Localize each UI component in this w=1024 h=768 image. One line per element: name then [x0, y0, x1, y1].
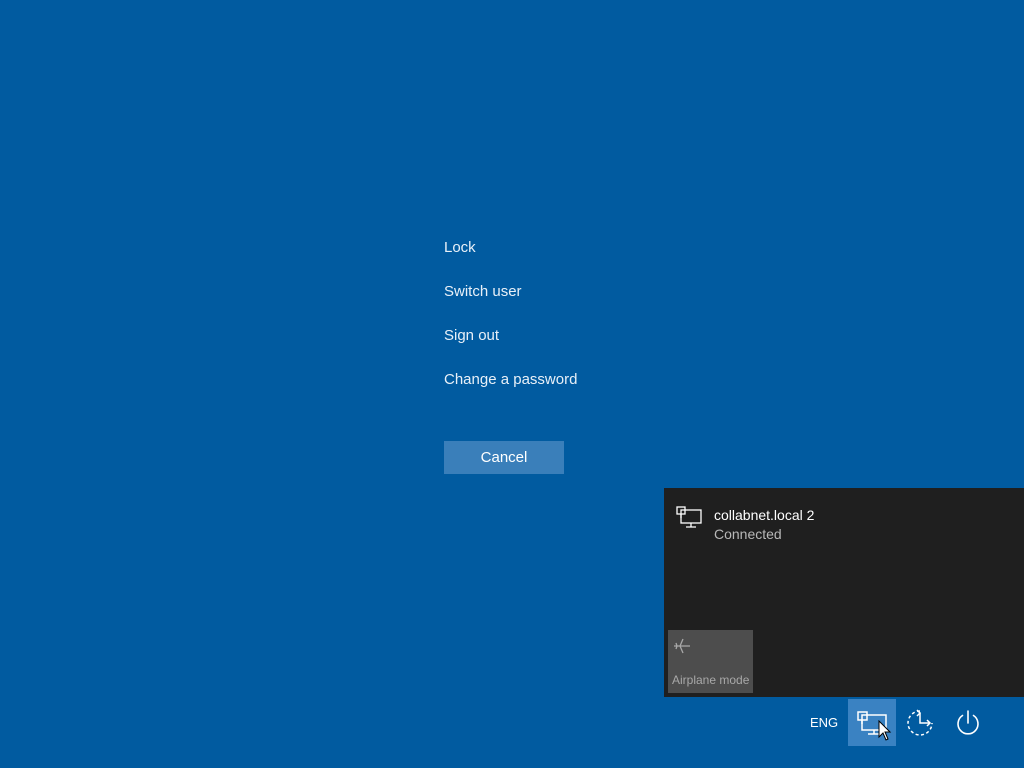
power-button[interactable]: [944, 699, 992, 746]
sign-out-option[interactable]: Sign out: [444, 327, 499, 344]
network-list-item[interactable]: collabnet.local 2 Connected: [664, 488, 1024, 548]
ease-of-access-button[interactable]: [896, 699, 944, 746]
network-flyout: collabnet.local 2 Connected Airplane mod…: [664, 488, 1024, 697]
lock-option[interactable]: Lock: [444, 239, 476, 256]
wired-network-icon: [676, 506, 702, 528]
airplane-icon: [674, 638, 690, 654]
airplane-mode-label: Airplane mode: [672, 673, 750, 687]
network-status: Connected: [714, 526, 782, 542]
airplane-mode-toggle[interactable]: Airplane mode: [668, 630, 753, 693]
mouse-cursor-icon: [878, 720, 892, 741]
language-indicator[interactable]: ENG: [810, 715, 838, 730]
network-name: collabnet.local 2: [714, 507, 815, 523]
ease-of-access-icon: [907, 708, 933, 736]
power-icon: [957, 709, 979, 735]
switch-user-option[interactable]: Switch user: [444, 283, 522, 300]
change-password-option[interactable]: Change a password: [444, 371, 577, 388]
lock-options-screen: Lock Switch user Sign out Change a passw…: [0, 0, 1024, 768]
cancel-button[interactable]: Cancel: [444, 441, 564, 474]
